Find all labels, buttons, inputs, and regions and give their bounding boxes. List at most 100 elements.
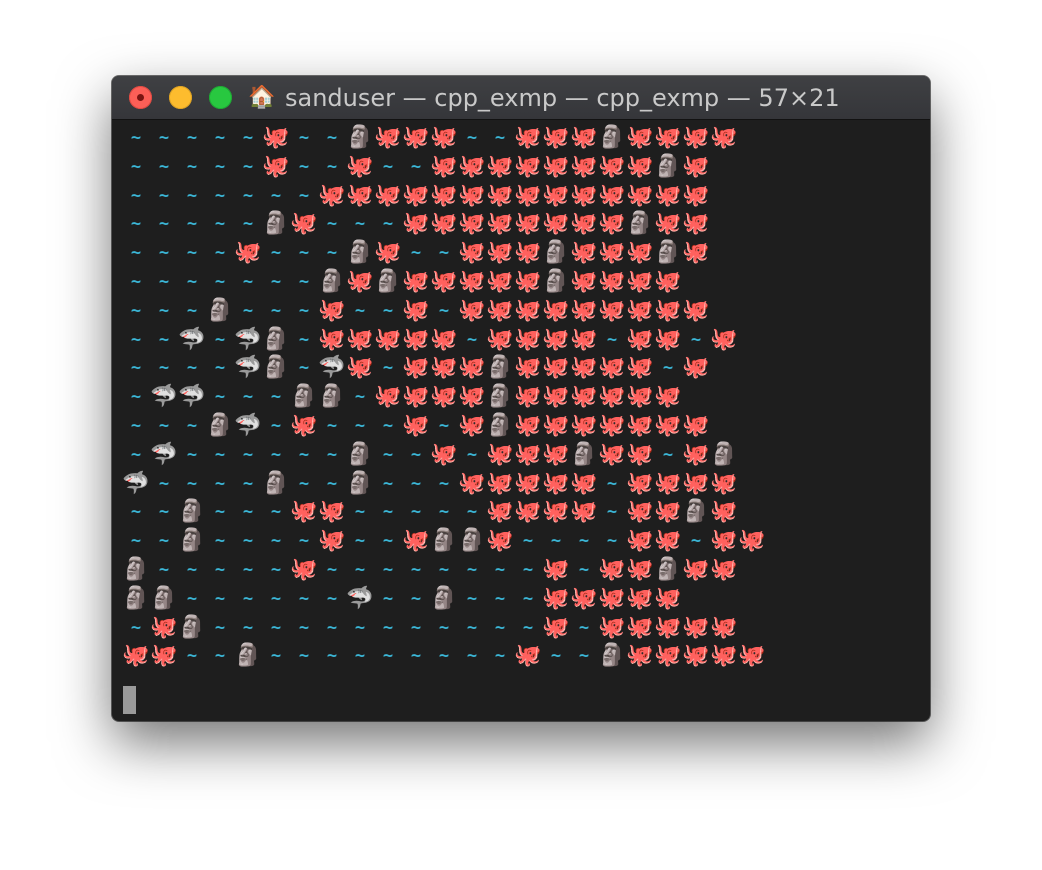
water-cell: ~ bbox=[214, 560, 226, 580]
terminal-output[interactable]: ~ ~ ~ ~ ~ 🐙 ~ ~ 🗿 🐙 🐙 🐙 ~ ~ 🐙 🐙 🐙 🗿 🐙 🐙 🐙 🐙 ~ ~ ~ ~ ~ 🐙 ~ ~ 🐙 ~ ~ 🐙 🐙 🐙 🐙 🐙 🐙 🐙… bbox=[122, 124, 920, 714]
water-cell: ~ bbox=[354, 387, 366, 407]
octopus-icon: 🐙 bbox=[570, 183, 598, 208]
water-cell: ~ bbox=[662, 358, 674, 378]
water-cell: ~ bbox=[186, 589, 198, 609]
octopus-icon: 🐙 bbox=[738, 528, 766, 553]
water-cell: ~ bbox=[270, 186, 282, 206]
water-cell: ~ bbox=[130, 214, 142, 234]
octopus-icon: 🐙 bbox=[514, 125, 542, 150]
water-cell: ~ bbox=[466, 330, 478, 350]
water-cell: ~ bbox=[382, 157, 394, 177]
octopus-icon: 🐙 bbox=[626, 269, 654, 294]
water-cell: ~ bbox=[214, 128, 226, 148]
octopus-icon: 🐙 bbox=[262, 154, 290, 179]
octopus-icon: 🐙 bbox=[626, 125, 654, 150]
water-cell: ~ bbox=[410, 445, 422, 465]
octopus-icon: 🐙 bbox=[514, 240, 542, 265]
octopus-icon: 🐙 bbox=[150, 615, 178, 640]
octopus-icon: 🐙 bbox=[430, 384, 458, 409]
octopus-icon: 🐙 bbox=[654, 528, 682, 553]
octopus-icon: 🐙 bbox=[486, 154, 514, 179]
water-cell: ~ bbox=[298, 186, 310, 206]
octopus-icon: 🐙 bbox=[402, 528, 430, 553]
water-cell: ~ bbox=[242, 560, 254, 580]
octopus-icon: 🐙 bbox=[626, 298, 654, 323]
title-bar[interactable]: 🏠 sanduser — cpp_exmp — cpp_exmp — 57×21 bbox=[112, 76, 930, 120]
water-cell: ~ bbox=[466, 560, 478, 580]
water-cell: ~ bbox=[158, 272, 170, 292]
moai-icon: 🗿 bbox=[122, 586, 150, 611]
water-cell: ~ bbox=[270, 531, 282, 551]
octopus-icon: 🐙 bbox=[374, 183, 402, 208]
octopus-icon: 🐙 bbox=[570, 586, 598, 611]
octopus-icon: 🐙 bbox=[682, 471, 710, 496]
water-cell: ~ bbox=[354, 502, 366, 522]
octopus-icon: 🐙 bbox=[486, 499, 514, 524]
octopus-icon: 🐙 bbox=[346, 154, 374, 179]
moai-icon: 🗿 bbox=[290, 384, 318, 409]
zoom-button[interactable] bbox=[209, 86, 232, 109]
minimize-button[interactable] bbox=[169, 86, 192, 109]
octopus-icon: 🐙 bbox=[514, 327, 542, 352]
octopus-icon: 🐙 bbox=[430, 327, 458, 352]
octopus-icon: 🐙 bbox=[626, 471, 654, 496]
water-cell: ~ bbox=[382, 416, 394, 436]
water-cell: ~ bbox=[298, 330, 310, 350]
octopus-icon: 🐙 bbox=[598, 211, 626, 236]
water-cell: ~ bbox=[214, 214, 226, 234]
water-cell: ~ bbox=[410, 618, 422, 638]
close-button[interactable] bbox=[129, 86, 152, 109]
water-cell: ~ bbox=[158, 186, 170, 206]
octopus-icon: 🐙 bbox=[458, 211, 486, 236]
octopus-icon: 🐙 bbox=[710, 125, 738, 150]
water-cell: ~ bbox=[382, 445, 394, 465]
water-cell: ~ bbox=[438, 646, 450, 666]
water-cell: ~ bbox=[382, 531, 394, 551]
octopus-icon: 🐙 bbox=[542, 499, 570, 524]
moai-icon: 🗿 bbox=[318, 269, 346, 294]
water-cell: ~ bbox=[242, 157, 254, 177]
water-cell: ~ bbox=[466, 502, 478, 522]
octopus-icon: 🐙 bbox=[570, 499, 598, 524]
water-cell: ~ bbox=[242, 128, 254, 148]
water-cell: ~ bbox=[494, 560, 506, 580]
water-cell: ~ bbox=[242, 445, 254, 465]
octopus-icon: 🐙 bbox=[542, 298, 570, 323]
water-cell: ~ bbox=[214, 358, 226, 378]
water-cell: ~ bbox=[410, 157, 422, 177]
water-cell: ~ bbox=[158, 560, 170, 580]
octopus-icon: 🐙 bbox=[430, 154, 458, 179]
water-cell: ~ bbox=[130, 416, 142, 436]
moai-icon: 🗿 bbox=[598, 643, 626, 668]
octopus-icon: 🐙 bbox=[682, 442, 710, 467]
shark-icon: 🦈 bbox=[318, 355, 346, 380]
water-cell: ~ bbox=[242, 531, 254, 551]
octopus-icon: 🐙 bbox=[570, 384, 598, 409]
octopus-icon: 🐙 bbox=[570, 240, 598, 265]
text-cursor bbox=[123, 686, 136, 714]
octopus-icon: 🐙 bbox=[598, 615, 626, 640]
water-cell: ~ bbox=[466, 618, 478, 638]
water-cell: ~ bbox=[158, 358, 170, 378]
octopus-icon: 🐙 bbox=[598, 442, 626, 467]
water-cell: ~ bbox=[326, 618, 338, 638]
octopus-icon: 🐙 bbox=[514, 355, 542, 380]
octopus-icon: 🐙 bbox=[542, 384, 570, 409]
octopus-icon: 🐙 bbox=[542, 586, 570, 611]
octopus-icon: 🐙 bbox=[318, 499, 346, 524]
moai-icon: 🗿 bbox=[682, 499, 710, 524]
moai-icon: 🗿 bbox=[262, 355, 290, 380]
octopus-icon: 🐙 bbox=[346, 327, 374, 352]
water-cell: ~ bbox=[298, 474, 310, 494]
octopus-icon: 🐙 bbox=[486, 298, 514, 323]
octopus-icon: 🐙 bbox=[458, 471, 486, 496]
octopus-icon: 🐙 bbox=[654, 615, 682, 640]
water-cell: ~ bbox=[298, 618, 310, 638]
octopus-icon: 🐙 bbox=[318, 298, 346, 323]
water-cell: ~ bbox=[158, 531, 170, 551]
octopus-icon: 🐙 bbox=[654, 183, 682, 208]
water-cell: ~ bbox=[186, 646, 198, 666]
water-cell: ~ bbox=[606, 531, 618, 551]
octopus-icon: 🐙 bbox=[654, 643, 682, 668]
octopus-icon: 🐙 bbox=[542, 154, 570, 179]
